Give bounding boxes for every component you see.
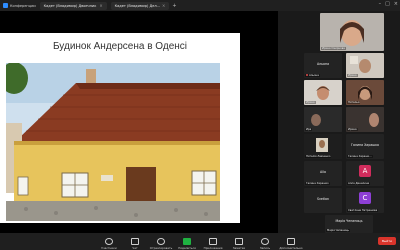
participant-name: Алла Данилина [347,182,371,185]
participant-name: Светлана Петрашова [347,209,379,212]
chat-button[interactable]: Чат [127,238,143,250]
chat-label: Чат [132,246,138,250]
participant-name: Галина Харашко [305,182,330,185]
share-screen-icon [183,238,191,245]
leave-button[interactable]: Выйти [378,237,396,245]
participant-tile[interactable]: Ирина Смирнова [320,13,384,51]
notes-icon [235,238,243,245]
participant-name: Ирина [305,101,316,104]
participant-tile[interactable]: Ирина [346,107,384,132]
notes-button[interactable]: Заметки [231,238,247,250]
window-controls: – □ × [379,1,398,7]
tab-label: Кадет (Владимир) Двоечник [43,3,97,8]
share-button[interactable]: Поделиться [178,238,196,250]
record-label: Запись [259,246,271,250]
share-label: Поделиться [178,246,196,250]
apps-icon [209,238,217,245]
people-icon [105,238,113,245]
avatar: C [359,192,371,204]
tab-meeting-2[interactable]: Кадет (Владимир) Дел... × [110,1,170,10]
smile-icon [157,238,165,245]
participant-name: Ирина [347,74,358,77]
muted-mic-icon [306,74,308,76]
close-icon[interactable]: × [162,3,165,8]
participant-name: Галина Харашк... [347,155,373,158]
participants-label: Участники [101,246,117,250]
chat-icon [131,238,139,245]
participant-tile[interactable]: Ира [304,107,342,132]
close-icon[interactable]: × [99,3,102,8]
avatar: A [359,165,371,177]
presentation-slide: Будинок Андерсена в Оденсі [0,33,240,223]
participant-display-name: Марія Чепаниць [335,219,363,223]
participant-video [320,13,384,51]
app-label: Конференции [10,3,36,8]
participant-name: Ирина Смирнова [321,47,346,50]
participant-tile[interactable]: Ирина [346,53,384,78]
participant-tile[interactable]: Галина Харашко Галина Харашк... [346,134,384,159]
tab-meeting-1[interactable]: Кадет (Владимир) Двоечник × [39,1,107,10]
participant-name: Ирина [347,128,358,131]
slide-photo [6,63,220,221]
more-button[interactable]: Дополнительно [279,238,303,250]
participant-name: Альона [316,62,330,66]
notes-label: Заметки [232,246,246,250]
more-label: Дополнительно [279,246,303,250]
meeting-toolbar: Участники Чат Отреагировать Поделиться П… [0,233,400,250]
close-window-icon[interactable]: × [394,1,398,7]
participants-button[interactable]: Участники [101,238,117,250]
react-button[interactable]: Отреагировать [149,238,173,250]
participant-tile[interactable]: C Светлана Петрашова [346,188,384,213]
apps-button[interactable]: Приложения [203,238,223,250]
react-label: Отреагировать [149,246,173,250]
shared-screen: Будинок Андерсена в Оденсі [0,11,278,233]
slide-title: Будинок Андерсена в Оденсі [52,41,188,52]
participant-display-name: Alla [320,170,326,174]
record-button[interactable]: Запись [257,238,273,250]
tab-label: Кадет (Владимир) Дел... [114,3,160,8]
app-icon [3,3,8,8]
participant-name: Ира [305,128,313,131]
minimize-icon[interactable]: – [379,1,382,7]
participant-tile[interactable]: Alla Галина Харашко [304,161,342,186]
participant-name: Марія Чепаниць [326,229,350,232]
participant-name-small: Альона [305,74,320,77]
participant-tile[interactable]: Альона Альона [304,53,342,78]
maximize-icon[interactable]: □ [385,1,390,7]
more-icon [287,238,295,245]
title-bar: Конференции Кадет (Владимир) Двоечник × … [0,0,400,11]
participant-name: Наталья [347,101,361,104]
participant-tile[interactable]: Наталія Левченко [304,134,342,159]
participant-display-name: Svetlan [317,197,329,201]
participant-tile[interactable]: Ирина [304,80,342,105]
participant-tile[interactable]: Марія Чепаниць Марія Чепаниць [325,215,373,233]
participant-tile[interactable]: A Алла Данилина [346,161,384,186]
participant-display-name: Галина Харашко [351,143,379,147]
apps-label: Приложения [203,246,223,250]
add-tab-icon[interactable]: + [172,3,176,9]
record-icon [261,238,269,245]
participant-tile[interactable]: Svetlan [304,188,342,213]
participant-name: Наталія Левченко [305,155,332,158]
house-photo-image [6,63,220,221]
participant-tile[interactable]: Наталья [346,80,384,105]
